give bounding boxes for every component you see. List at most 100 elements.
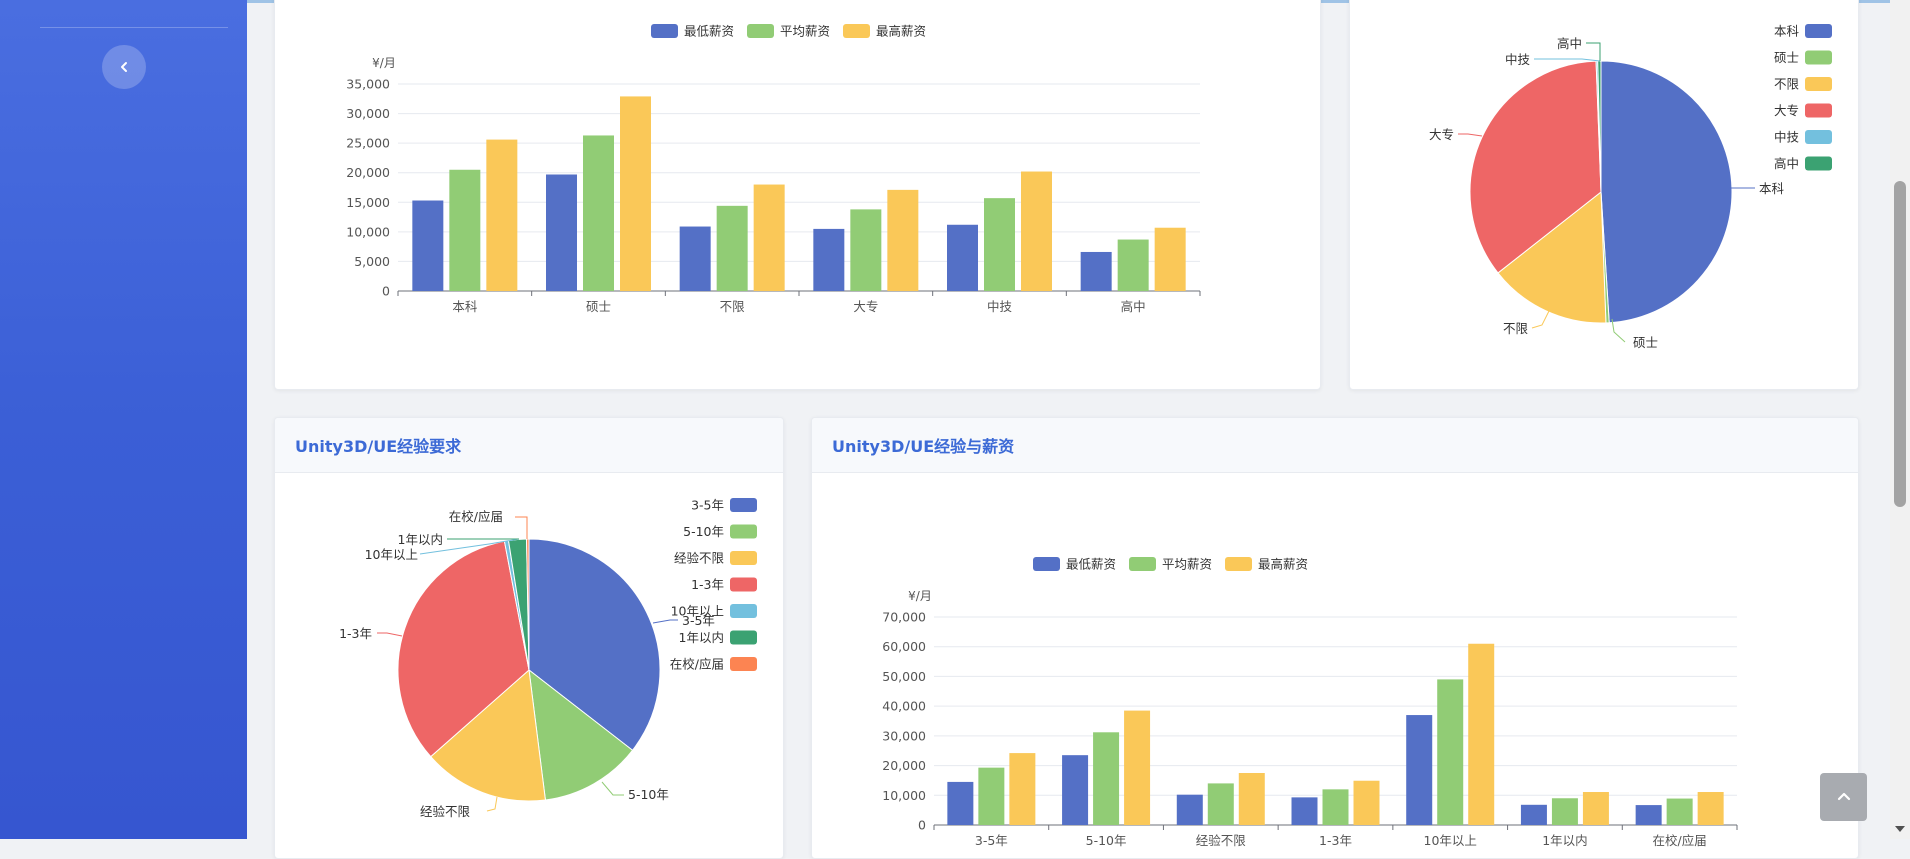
legend-label: 最高薪资 [876,24,926,39]
y-tick-label: 25,000 [346,136,390,151]
label-leader-line [515,516,528,539]
y-tick-label: 10,000 [882,788,926,803]
bar [1697,792,1724,825]
label-leader-line [1586,42,1601,61]
slice-label: 10年以上 [365,547,418,562]
bar [716,205,748,291]
bar [1080,251,1112,291]
legend-swatch [730,577,757,592]
exp-pie-chart: 3-5年5-10年经验不限1-3年10年以上1年以内在校/应届3-5年5-10年… [339,498,757,819]
slice-label: 本科 [1759,181,1785,196]
legend-label: 硕士 [1774,50,1799,65]
y-tick-label: 20,000 [882,758,926,773]
label-leader-line [377,632,403,637]
exp-pie-card: Unity3D/UE经验要求 3-5年 5-10年 经验不限 1-3年 10年以上 1年以… [274,417,784,859]
x-tick-label: 大专 [853,299,878,314]
bar [1322,789,1349,825]
legend-label: 平均薪资 [780,24,830,39]
legend-label: 平均薪资 [1162,557,1212,572]
x-tick-label: 1-3年 [1319,833,1352,848]
legend-label: 不限 [1774,77,1800,92]
y-tick-label: 70,000 [882,610,926,625]
y-tick-label: 35,000 [346,77,390,92]
legend-swatch [730,630,757,645]
x-tick-label: 本科 [452,299,478,314]
y-tick-label: 40,000 [882,699,926,714]
bar [1238,773,1265,825]
collapse-sidebar-button[interactable] [102,45,146,89]
bar [1009,753,1036,825]
legend-label: 1年以内 [679,630,724,645]
bar [546,174,577,291]
bar [1207,783,1234,825]
label-leader-line [601,781,624,796]
edu-pie-card: 本科 硕士 不限 大专 中技 高中 本科 硕士 不限 大专 中技 高中 [1349,0,1859,390]
bar [947,224,978,291]
legend-swatch [1805,103,1832,118]
bar [679,226,711,291]
back-to-top-button[interactable] [1820,773,1867,821]
slice-label: 1-3年 [339,626,372,641]
slice-label: 大专 [1429,127,1454,142]
edu-pie-chart: 本科硕士不限大专中技高中本科硕士不限大专中技高中 [1429,24,1832,350]
bar [1551,798,1578,825]
x-tick-label: 在校/应届 [1653,833,1707,848]
legend-label: 大专 [1774,103,1799,118]
y-axis-unit: ¥/月 [908,589,932,603]
bar [1021,171,1052,291]
bar [583,135,614,291]
legend-swatch [1805,130,1832,144]
legend-label: 本科 [1774,24,1800,39]
x-tick-label: 中技 [987,299,1013,314]
bar [947,781,974,825]
y-tick-label: 0 [382,284,390,299]
bar [1093,732,1120,825]
edu-salary-card: 最低薪资 平均薪资 最高薪资 ¥/月 0 5,000 10,000 15,000 20,000 2… [274,0,1321,390]
triangle-down-icon[interactable] [1893,823,1907,835]
edu-salary-chart: 最低薪资 平均薪资 最高薪资 ¥/月 0 5,000 10,000 15,000 20,000 2… [346,24,1201,314]
legend-label: 1-3年 [691,577,724,592]
bar [1406,715,1433,825]
x-tick-label: 高中 [1121,299,1146,314]
bar [1176,794,1203,825]
card-title: Unity3D/UE经验要求 [295,437,462,456]
y-tick-label: 30,000 [882,728,926,743]
bar [1582,792,1609,825]
pie-slice [1600,60,1733,324]
y-tick-label: 15,000 [346,195,390,210]
bar [978,767,1005,825]
chevron-up-icon [1837,792,1850,801]
bar [486,139,518,291]
legend-swatch [1805,24,1832,38]
sidebar [0,0,247,839]
legend-label: 在校/应届 [670,657,724,672]
bar [1117,239,1149,291]
card-header: Unity3D/UE经验要求 [275,418,783,473]
y-tick-label: 30,000 [346,106,390,121]
label-leader-line [652,619,678,624]
legend-label: 中技 [1774,130,1800,145]
bar [1437,679,1464,825]
label-leader-line [1534,58,1601,62]
legend-label: 10年以上 [671,604,724,619]
slice-label: 1年以内 [398,532,443,547]
legend-label: 高中 [1774,156,1799,171]
y-tick-label: 10,000 [346,224,390,239]
bar [1520,804,1547,825]
scrollbar-thumb[interactable] [1894,181,1906,507]
slice-label: 5-10年 [628,787,669,802]
vertical-scrollbar[interactable] [1890,0,1910,839]
legend-label: 最低薪资 [1066,557,1116,572]
exp-salary-card: Unity3D/UE经验与薪资 最低薪资 平均薪资 最高薪资 ¥/月 0 10,000 20… [811,417,1859,859]
x-tick-label: 10年以上 [1424,833,1477,848]
legend-label: 最低薪资 [684,24,734,39]
legend-swatch [1033,557,1060,571]
legend-swatch [1129,557,1156,571]
legend-swatch [730,604,757,618]
x-tick-label: 5-10年 [1086,833,1127,848]
bar [1062,755,1089,825]
legend-swatch [730,498,757,512]
legend-swatch [730,551,757,565]
y-tick-label: 5,000 [354,254,390,269]
legend-swatch [1805,156,1832,171]
